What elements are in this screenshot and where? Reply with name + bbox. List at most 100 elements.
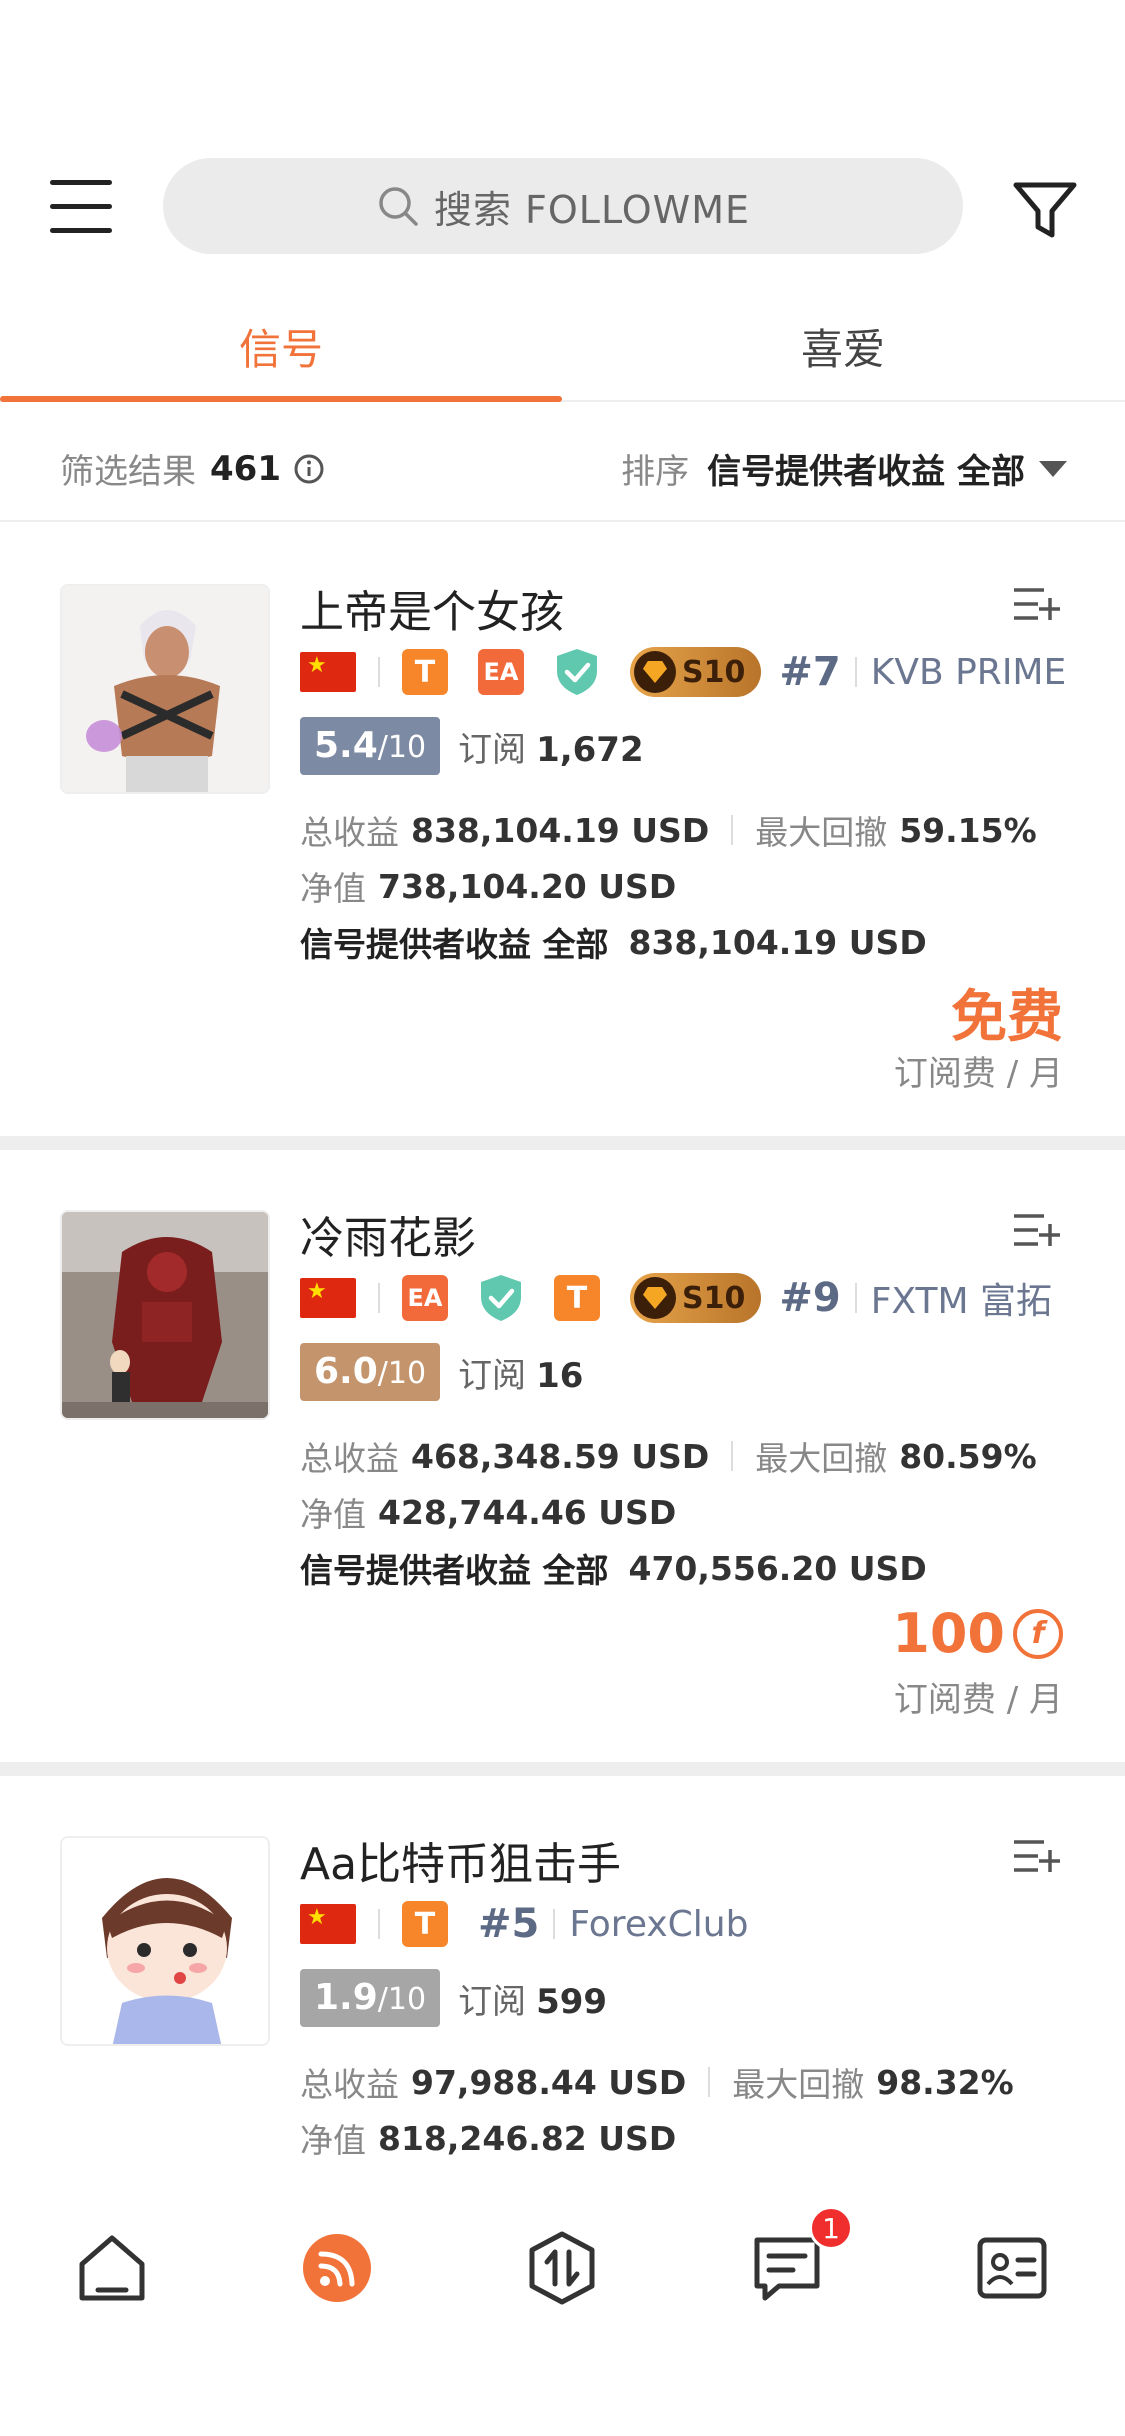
max-drawdown-value: 98.32% [876,2062,1014,2102]
china-flag-icon: ★ [300,1904,356,1944]
equity-row: 净值 738,104.20 USD [300,862,676,910]
signal-card[interactable]: 上帝是个女孩 ★ T EA S10 #7 KVB PRIME 5.4 /10 订… [0,524,1125,1136]
subscription-price: 100 f [892,1602,1063,1665]
equity-value: 428,744.46 USD [378,1492,677,1532]
unread-badge: 1 [809,2206,853,2250]
score-badge: 5.4 /10 [300,717,441,775]
total-profit-label: 总收益 [300,813,399,852]
price-period: 订阅费 / 月 [893,1680,1063,1720]
profile-card-icon[interactable] [972,2228,1052,2308]
verified-shield-icon [481,1275,521,1321]
result-count: 筛选结果 461 [60,444,325,493]
home-icon[interactable] [72,2228,152,2308]
card-separator [0,1762,1125,1776]
trade-icon[interactable] [522,2228,602,2308]
score-row: 5.4 /10 订阅 1,672 [300,716,644,776]
tier-label: S10 [682,654,746,690]
search-placeholder: 搜索 FOLLOWME [433,187,751,232]
china-flag-icon: ★ [300,652,356,692]
max-drawdown-value: 80.59% [899,1436,1037,1476]
header: 搜索 FOLLOWME [0,0,1125,330]
china-flag-icon: ★ [300,1278,356,1318]
stats-row: 总收益 97,988.44 USD 最大回撤 98.32% [300,2058,1014,2106]
add-to-list-icon[interactable] [1012,584,1060,626]
tab-favorites-label: 喜爱 [800,324,885,374]
ea-badge-icon: EA [478,649,524,695]
subscribers-count: 1,672 [536,729,644,770]
tier-label: S10 [682,1280,746,1316]
total-profit-label: 总收益 [300,1439,399,1478]
bottom-navigation: 1 [0,2190,1125,2436]
price-period: 订阅费 / 月 [893,1054,1063,1094]
stats-row: 总收益 838,104.19 USD 最大回撤 59.15% [300,806,1037,854]
equity-label: 净值 [300,869,366,908]
total-profit-value: 97,988.44 USD [411,2062,687,2102]
max-drawdown-label: 最大回撤 [755,1439,888,1478]
max-drawdown-label: 最大回撤 [755,813,888,852]
subscribers-label: 订阅 [458,1355,527,1396]
score-row: 6.0 /10 订阅 16 [300,1342,583,1402]
avatar [60,1836,270,2046]
badge-row: ★ EA T S10 #9 FXTM 富拓 [300,1270,1052,1326]
equity-row: 净值 818,246.82 USD [300,2114,676,2162]
tab-signals-label: 信号 [238,324,323,374]
signal-card[interactable]: 冷雨花影 ★ EA T S10 #9 FXTM 富拓 6.0 /10 订阅 16 … [0,1150,1125,1762]
tab-favorites[interactable]: 喜爱 [562,290,1124,402]
provider-earnings-label: 信号提供者收益 全部 [300,925,609,964]
subscribers-label: 订阅 [458,1981,527,2022]
signal-name: 冷雨花影 [300,1213,476,1264]
card-separator [0,1136,1125,1150]
score-row: 1.9 /10 订阅 599 [300,1968,607,2028]
rank: #5 [478,1901,540,1947]
score-badge: 1.9 /10 [300,1969,441,2027]
provider-earnings-row: 信号提供者收益 全部 838,104.19 USD [300,918,927,966]
score-denominator: /10 [377,730,427,765]
trader-badge-icon: T [554,1275,600,1321]
subscribers-label: 订阅 [458,729,527,770]
tier-badge: S10 [630,1273,762,1323]
tab-bar: 信号 喜爱 [0,290,1125,402]
subscribers-count: 599 [536,1981,608,2022]
broker-name: KVB PRIME [870,651,1067,693]
stats-row: 总收益 468,348.59 USD 最大回撤 80.59% [300,1432,1037,1480]
provider-earnings-row: 信号提供者收益 全部 470,556.20 USD [300,1544,927,1592]
sort-selector[interactable]: 排序 信号提供者收益 全部 [621,444,1067,493]
score-value: 5.4 [314,725,378,766]
signal-card[interactable]: Aa比特币狙击手 ★ T #5 ForexClub 1.9 /10 订阅 599 … [0,1776,1125,2190]
badge-row: ★ T EA S10 #7 KVB PRIME [300,644,1066,700]
ea-badge-icon: EA [402,1275,448,1321]
total-profit-value: 468,348.59 USD [411,1436,710,1476]
filter-bar: 筛选结果 461 排序 信号提供者收益 全部 [0,404,1125,522]
score-denominator: /10 [377,1356,427,1391]
tier-badge: S10 [630,647,762,697]
avatar [60,584,270,794]
subscription-price: 免费 [951,985,1063,1050]
add-to-list-icon[interactable] [1012,1210,1060,1252]
info-icon[interactable] [293,453,325,485]
followme-coin-icon: f [1013,1608,1063,1659]
diamond-icon [634,651,676,693]
menu-icon[interactable] [50,178,112,234]
signals-icon[interactable] [297,2228,377,2308]
sort-value: 信号提供者收益 全部 [707,452,1025,492]
tab-signals[interactable]: 信号 [0,290,562,402]
max-drawdown-label: 最大回撤 [732,2065,865,2104]
trader-badge-icon: T [402,649,448,695]
add-to-list-icon[interactable] [1012,1836,1060,1878]
provider-earnings-label: 信号提供者收益 全部 [300,1551,609,1590]
messages-tab[interactable]: 1 [747,2206,853,2308]
max-drawdown-value: 59.15% [899,810,1037,850]
diamond-icon [634,1277,676,1319]
search-input[interactable]: 搜索 FOLLOWME [163,158,963,254]
broker-name: ForexClub [569,1903,749,1945]
sort-label: 排序 [621,452,690,492]
provider-earnings-value: 838,104.19 USD [628,922,927,962]
equity-label: 净值 [300,1495,366,1534]
total-profit-value: 838,104.19 USD [411,810,710,850]
filter-icon[interactable] [1010,175,1080,245]
trader-badge-icon: T [402,1901,448,1947]
score-badge: 6.0 /10 [300,1343,441,1401]
verified-shield-icon [557,649,597,695]
equity-label: 净值 [300,2121,366,2160]
search-icon [379,187,418,226]
